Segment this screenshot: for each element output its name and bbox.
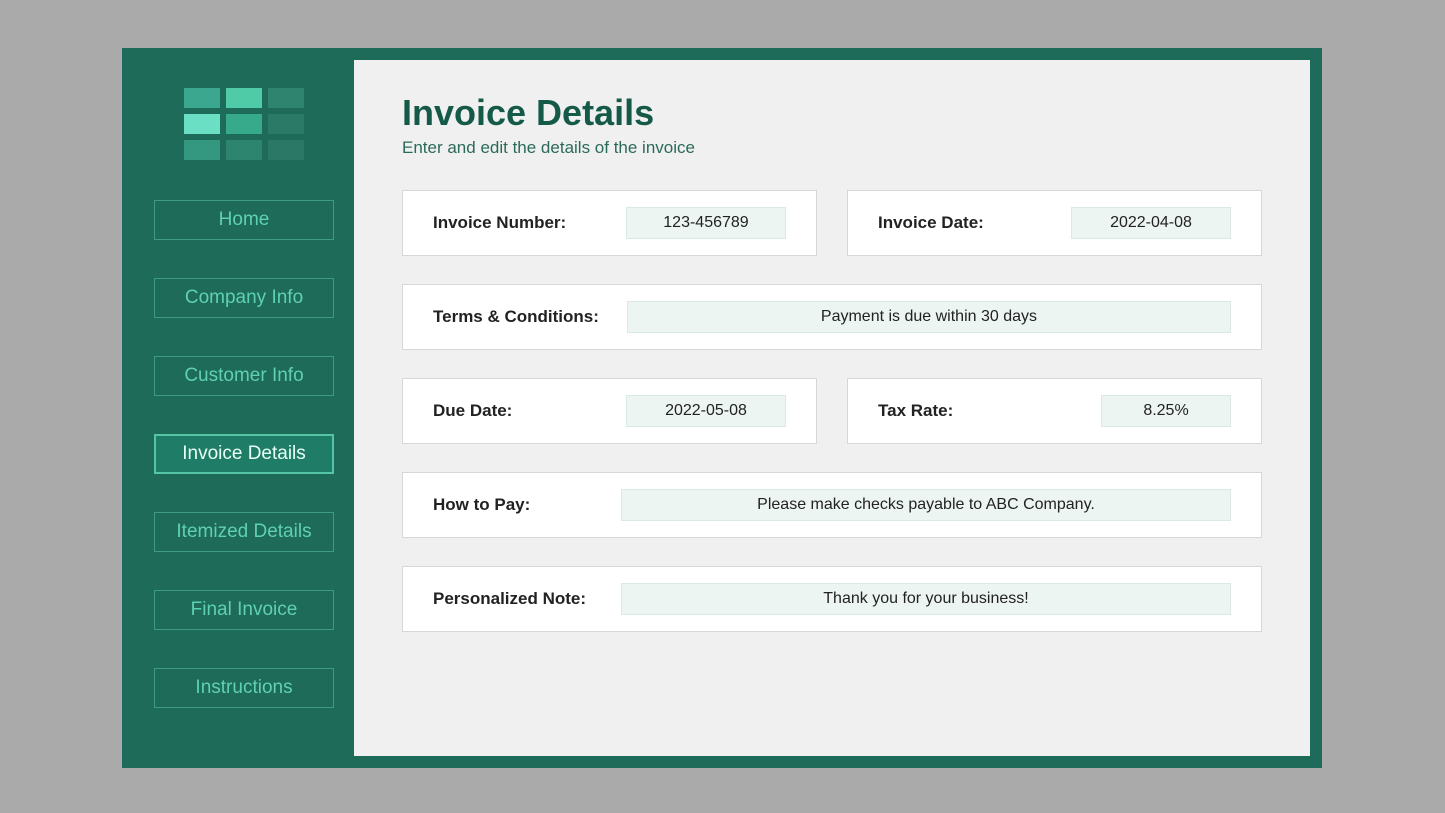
label-how-to-pay: How to Pay: [433, 495, 593, 515]
nav: Home Company Info Customer Info Invoice … [154, 200, 334, 708]
input-invoice-date[interactable]: 2022-04-08 [1071, 207, 1231, 239]
main-panel: Invoice Details Enter and edit the detai… [354, 60, 1310, 756]
row-how-to-pay: How to Pay: Please make checks payable t… [402, 472, 1262, 538]
label-tax-rate: Tax Rate: [878, 401, 953, 421]
label-note: Personalized Note: [433, 589, 593, 609]
nav-customer-info[interactable]: Customer Info [154, 356, 334, 396]
page-title: Invoice Details [402, 92, 1262, 134]
input-invoice-number[interactable]: 123-456789 [626, 207, 786, 239]
card-how-to-pay: How to Pay: Please make checks payable t… [402, 472, 1262, 538]
input-how-to-pay[interactable]: Please make checks payable to ABC Compan… [621, 489, 1231, 521]
card-note: Personalized Note: Thank you for your bu… [402, 566, 1262, 632]
row-terms: Terms & Conditions: Payment is due withi… [402, 284, 1262, 350]
nav-invoice-details[interactable]: Invoice Details [154, 434, 334, 474]
nav-final-invoice[interactable]: Final Invoice [154, 590, 334, 630]
label-invoice-number: Invoice Number: [433, 213, 566, 233]
nav-home[interactable]: Home [154, 200, 334, 240]
label-invoice-date: Invoice Date: [878, 213, 984, 233]
row-due-tax: Due Date: 2022-05-08 Tax Rate: 8.25% [402, 378, 1262, 444]
page-subtitle: Enter and edit the details of the invoic… [402, 138, 1262, 158]
row-note: Personalized Note: Thank you for your bu… [402, 566, 1262, 632]
card-invoice-number: Invoice Number: 123-456789 [402, 190, 817, 256]
card-invoice-date: Invoice Date: 2022-04-08 [847, 190, 1262, 256]
sidebar: Home Company Info Customer Info Invoice … [134, 60, 354, 756]
label-terms: Terms & Conditions: [433, 307, 599, 327]
card-due-date: Due Date: 2022-05-08 [402, 378, 817, 444]
nav-itemized-details[interactable]: Itemized Details [154, 512, 334, 552]
label-due-date: Due Date: [433, 401, 512, 421]
nav-instructions[interactable]: Instructions [154, 668, 334, 708]
input-terms[interactable]: Payment is due within 30 days [627, 301, 1231, 333]
card-terms: Terms & Conditions: Payment is due withi… [402, 284, 1262, 350]
row-invoice-number-date: Invoice Number: 123-456789 Invoice Date:… [402, 190, 1262, 256]
app-frame: Home Company Info Customer Info Invoice … [122, 48, 1322, 768]
card-tax-rate: Tax Rate: 8.25% [847, 378, 1262, 444]
nav-company-info[interactable]: Company Info [154, 278, 334, 318]
logo-grid-icon [184, 88, 304, 160]
input-due-date[interactable]: 2022-05-08 [626, 395, 786, 427]
input-note[interactable]: Thank you for your business! [621, 583, 1231, 615]
input-tax-rate[interactable]: 8.25% [1101, 395, 1231, 427]
